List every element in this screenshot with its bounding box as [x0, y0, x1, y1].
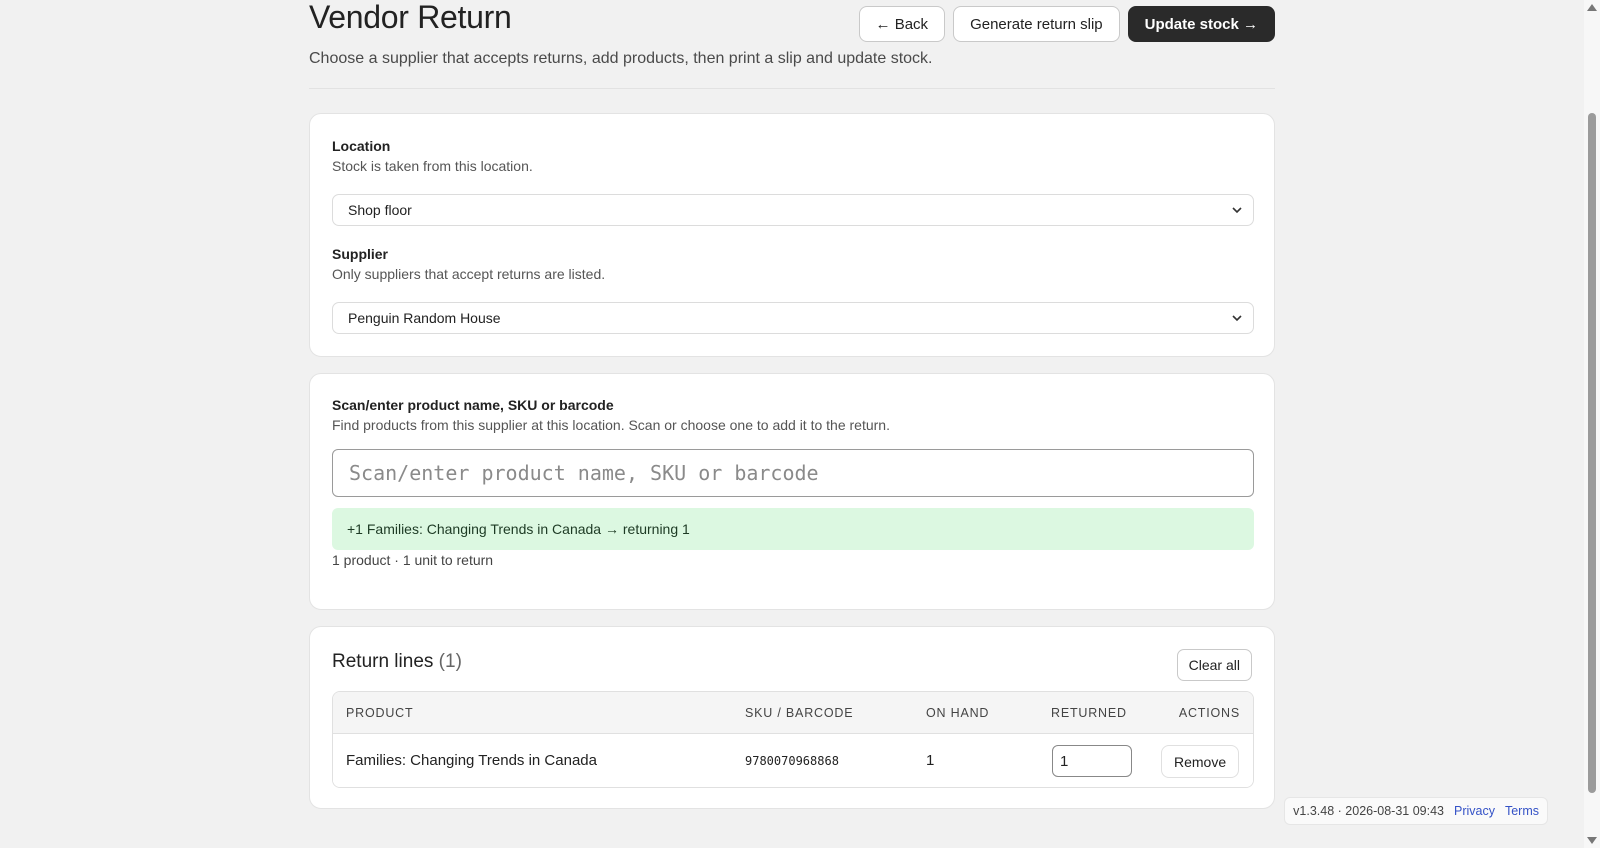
version-info: v1.3.48 · 2026-08-31 09:43 [1293, 804, 1444, 818]
supplier-label: Supplier [332, 246, 389, 262]
return-lines-table: PRODUCT SKU / BARCODE ON HAND RETURNED A… [332, 691, 1254, 788]
return-lines-title: Return lines [332, 651, 434, 672]
scrollbar-thumb[interactable] [1588, 113, 1596, 793]
return-lines-count: (1) [438, 651, 462, 672]
row-sku: 9780070968868 [745, 754, 839, 768]
column-sku: SKU / BARCODE [745, 706, 854, 720]
generate-return-slip-button[interactable]: Generate return slip [953, 6, 1120, 42]
supplier-value: Penguin Random House [348, 310, 501, 326]
scan-success-message: +1 Families: Changing Trends in Canada →… [332, 508, 1254, 550]
scan-help: Find products from this supplier at this… [332, 417, 890, 433]
privacy-link[interactable]: Privacy [1454, 804, 1495, 818]
product-search-input[interactable] [332, 449, 1254, 497]
remove-line-button[interactable]: Remove [1161, 745, 1240, 778]
location-value: Shop floor [348, 202, 412, 218]
location-select[interactable]: Shop floor [332, 194, 1254, 226]
return-lines-heading: Return lines (1) [332, 651, 462, 673]
table-header: PRODUCT SKU / BARCODE ON HAND RETURNED A… [333, 692, 1253, 734]
supplier-select[interactable]: Penguin Random House [332, 302, 1254, 334]
page-scrollbar[interactable] [1584, 0, 1600, 848]
column-actions: ACTIONS [1178, 706, 1240, 720]
back-button[interactable]: ← Back [858, 6, 946, 42]
page-subtitle: Choose a supplier that accepts returns, … [309, 50, 933, 67]
return-lines-card: Return lines (1) Clear all PRODUCT SKU /… [309, 626, 1275, 809]
scan-label: Scan/enter product name, SKU or barcode [332, 397, 614, 413]
returned-quantity-input[interactable] [1052, 745, 1132, 777]
return-summary: 1 product · 1 unit to return [332, 552, 494, 568]
column-on-hand: ON HAND [926, 706, 990, 720]
header-divider [309, 88, 1275, 89]
location-label: Location [332, 138, 391, 154]
scroll-up-arrow-icon[interactable] [1587, 4, 1597, 11]
footer: v1.3.48 · 2026-08-31 09:43 Privacy Terms [1284, 797, 1548, 825]
page-title: Vendor Return [309, 0, 512, 35]
settings-card: Location Stock is taken from this locati… [309, 113, 1275, 357]
chevron-down-icon [1232, 315, 1242, 322]
location-help: Stock is taken from this location. [332, 158, 533, 174]
terms-link[interactable]: Terms [1505, 804, 1539, 818]
scan-card: Scan/enter product name, SKU or barcode … [309, 373, 1275, 610]
supplier-help: Only suppliers that accept returns are l… [332, 266, 606, 282]
scroll-down-arrow-icon[interactable] [1587, 837, 1597, 844]
row-product: Families: Changing Trends in Canada [346, 752, 597, 769]
column-returned: RETURNED [1051, 706, 1127, 720]
header-actions: ← Back Generate return slip Update stock… [858, 6, 1275, 42]
column-product: PRODUCT [346, 706, 414, 720]
update-stock-button[interactable]: Update stock → [1127, 6, 1275, 42]
row-on-hand: 1 [926, 752, 935, 769]
clear-all-button[interactable]: Clear all [1176, 649, 1252, 681]
chevron-down-icon [1232, 207, 1242, 214]
table-row: Families: Changing Trends in Canada 9780… [333, 734, 1253, 787]
